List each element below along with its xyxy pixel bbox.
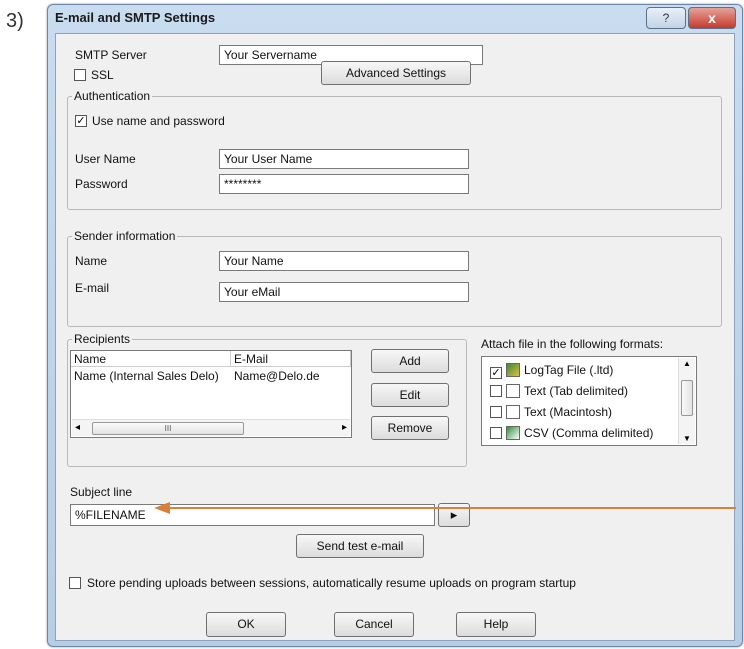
smtp-server-label: SMTP Server [75,48,147,62]
recipients-group-label: Recipients [72,332,133,346]
format-item-csv[interactable]: CSV (Comma delimited) [490,423,653,443]
help-button[interactable]: Help [456,612,536,637]
checkmark-icon: ✓ [491,367,501,379]
remove-recipient-button[interactable]: Remove [371,416,449,440]
format-label-text-tab: Text (Tab delimited) [524,384,629,398]
store-pending-label: Store pending uploads between sessions, … [87,576,576,590]
ok-button[interactable]: OK [206,612,286,637]
edit-recipient-button[interactable]: Edit [371,383,449,407]
settings-dialog: E-mail and SMTP Settings ? x SMTP Server… [47,4,743,647]
sender-information-group: Sender information Name Your Name E-mail… [67,229,722,327]
send-test-email-button[interactable]: Send test e-mail [296,534,424,558]
subject-line-label: Subject line [70,485,133,499]
sender-name-label: Name [75,254,108,268]
user-name-label: User Name [75,152,136,166]
attach-formats-label: Attach file in the following formats: [481,337,664,351]
advanced-settings-button[interactable]: Advanced Settings [321,61,471,85]
title-close-button[interactable]: x [688,7,736,29]
format-item-text-mac[interactable]: Text (Macintosh) [490,402,612,422]
window-title: E-mail and SMTP Settings [55,10,216,25]
password-label: Password [75,177,128,191]
scroll-right-icon[interactable]: ▸ [342,420,347,436]
format-checkbox-text-mac[interactable] [490,406,502,418]
scroll-left-icon[interactable]: ◂ [75,420,80,436]
ssl-checkbox[interactable] [74,69,86,81]
logtag-file-icon [506,362,520,377]
csv-file-icon [506,425,520,440]
checkmark-icon: ✓ [76,115,86,127]
format-checkbox-logtag[interactable]: ✓ [490,367,502,379]
authentication-group-label: Authentication [72,89,153,103]
text-file-icon [506,404,520,419]
use-name-password-checkbox[interactable]: ✓ [75,115,87,127]
recipients-horizontal-scrollbar[interactable]: ◂ III ▸ [72,419,350,436]
password-input[interactable]: ******** [219,174,469,194]
recipients-list[interactable]: Name E-Mail Name (Internal Sales Delo) N… [70,350,352,438]
annotation-arrow-icon [154,502,736,514]
format-label-text-mac: Text (Macintosh) [524,405,613,419]
scroll-up-icon[interactable]: ▲ [683,359,691,368]
format-label-logtag: LogTag File (.ltd) [524,363,614,377]
ssl-label: SSL [91,68,114,82]
dialog-client-area: SMTP Server Your Servername SSL Advanced… [55,33,736,641]
recipient-row-email[interactable]: Name@Delo.de [234,369,320,383]
format-checkbox-text-tab[interactable] [490,385,502,397]
user-name-input[interactable]: Your User Name [219,149,469,169]
recipients-group: Recipients Name E-Mail Name (Internal Sa… [67,332,467,467]
title-help-button[interactable]: ? [646,7,686,29]
format-item-logtag[interactable]: ✓ LogTag File (.ltd) [490,360,613,380]
sender-information-group-label: Sender information [72,229,178,243]
format-item-text-tab[interactable]: Text (Tab delimited) [490,381,628,401]
use-name-password-label: Use name and password [92,114,225,128]
scroll-down-icon[interactable]: ▼ [683,434,691,443]
sender-email-input[interactable]: Your eMail [219,282,469,302]
scroll-thumb[interactable]: III [92,422,244,435]
recipient-row-name[interactable]: Name (Internal Sales Delo) [74,369,219,383]
sender-email-label: E-mail [75,281,110,295]
authentication-group: Authentication ✓ Use name and password U… [67,89,722,210]
attach-formats-list[interactable]: ✓ LogTag File (.ltd) Text (Tab delimited)… [481,356,697,446]
sender-name-input[interactable]: Your Name [219,251,469,271]
step-number: 3) [6,10,24,32]
column-header-email[interactable]: E-Mail [231,351,351,367]
column-header-name[interactable]: Name [71,351,231,367]
add-recipient-button[interactable]: Add [371,349,449,373]
cancel-button[interactable]: Cancel [334,612,414,637]
text-file-icon [506,383,520,398]
formats-vertical-scrollbar[interactable]: ▲ ▼ [678,358,695,444]
store-pending-checkbox[interactable] [69,577,81,589]
format-label-csv: CSV (Comma delimited) [524,426,654,440]
formats-scroll-thumb[interactable] [681,380,693,416]
format-checkbox-csv[interactable] [490,427,502,439]
